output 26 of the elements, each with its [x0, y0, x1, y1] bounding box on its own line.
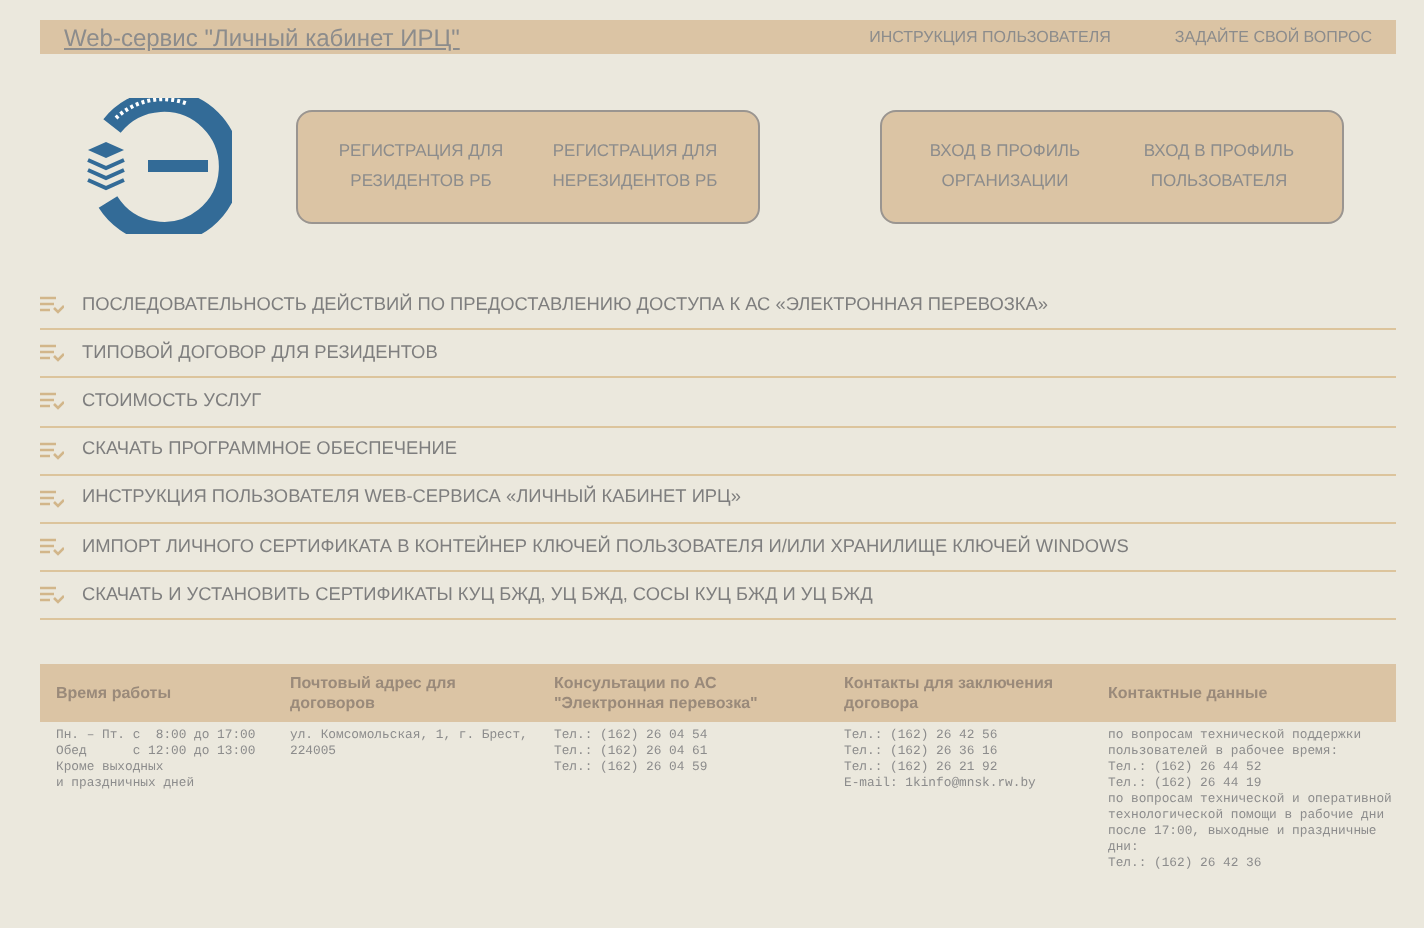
auth-button[interactable]: ВХОД В ПРОФИЛЬ ОРГАНИЗАЦИИ — [913, 136, 1097, 196]
list-icon — [40, 392, 64, 411]
menu-link[interactable]: СКАЧАТЬ ПРОГРАММНОЕ ОБЕСПЕЧЕНИЕ — [82, 436, 457, 465]
menu-link[interactable]: ИНСТРУКЦИЯ ПОЛЬЗОВАТЕЛЯ WEB-СЕРВИСА «ЛИЧНЫЙ КАБИНЕТ ИРЦ» — [82, 484, 741, 513]
menu-link[interactable]: ИМПОРТ ЛИЧНОГО СЕРТИФИКАТА В КОНТЕЙНЕР КЛЮЧЕЙ ПОЛЬЗОВАТЕЛЯ И/ИЛИ ХРАНИЛИЩЕ КЛЮЧЕЙ WINDOWS — [82, 533, 1129, 561]
column-heading: Консультации по АС "Электронная перевозка" — [538, 664, 828, 723]
list-icon — [40, 296, 64, 315]
site-title-link[interactable]: Web-сервис "Личный кабинет ИРЦ" — [64, 25, 460, 49]
header-link[interactable]: ИНСТРУКЦИЯ ПОЛЬЗОВАТЕЛЯ — [869, 25, 1111, 49]
list-icon — [40, 586, 64, 605]
list-icon — [40, 441, 64, 460]
column-heading: Контактные данные — [1092, 664, 1396, 723]
list-icon — [40, 344, 64, 363]
list-icon — [40, 489, 64, 508]
menu-link[interactable]: ТИПОВОЙ ДОГОВОР ДЛЯ РЕЗИДЕНТОВ — [82, 339, 438, 368]
column-heading: Контакты для заключения договора — [828, 664, 1092, 723]
column-heading: Время работы — [40, 664, 274, 723]
menu-link[interactable]: СТОИМОСТЬ УСЛУГ — [82, 388, 262, 416]
list-icon — [40, 538, 64, 557]
menu-link[interactable]: ПОСЛЕДОВАТЕЛЬНОСТЬ ДЕЙСТВИЙ ПО ПРЕДОСТАВЛЕНИЮ ДОСТУПА К АС «ЭЛЕКТРОННАЯ ПЕРЕВОЗКА» — [82, 291, 1049, 319]
auth-button[interactable]: РЕГИСТРАЦИЯ ДЛЯ РЕЗИДЕНТОВ РБ — [329, 136, 513, 196]
header-link[interactable]: ЗАДАЙТЕ СВОЙ ВОПРОС — [1174, 25, 1372, 49]
menu-link[interactable]: СКАЧАТЬ И УСТАНОВИТЬ СЕРТИФИКАТЫ КУЦ БЖД, УЦ БЖД, СОСЫ КУЦ БЖД И УЦ БЖД — [82, 581, 873, 610]
column-heading: Почтовый адрес для договоров — [274, 664, 538, 723]
auth-button[interactable]: ВХОД В ПРОФИЛЬ ПОЛЬЗОВАТЕЛЯ — [1127, 136, 1311, 196]
auth-button[interactable]: РЕГИСТРАЦИЯ ДЛЯ НЕРЕЗИДЕНТОВ РБ — [543, 136, 727, 196]
